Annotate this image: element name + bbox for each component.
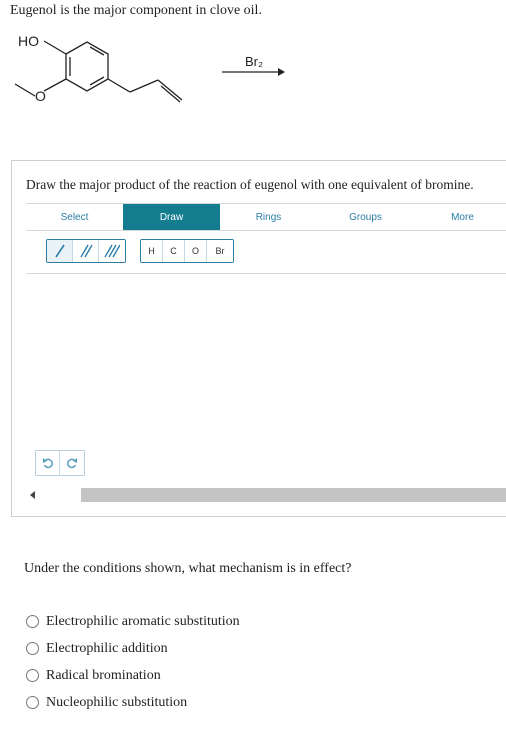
scrollbar-thumb[interactable] — [81, 488, 506, 502]
mechanism-options: Electrophilic aromatic substitution Elec… — [26, 608, 240, 716]
reaction-arrow-group: Br₂ — [220, 52, 290, 82]
radio-button[interactable] — [26, 642, 39, 655]
radio-button[interactable] — [26, 669, 39, 682]
intro-text: Eugenol is the major component in clove … — [10, 3, 262, 18]
draw-prompt: Draw the major product of the reaction o… — [26, 177, 474, 192]
option-electrophilic-addition[interactable]: Electrophilic addition — [26, 635, 240, 662]
undo-icon — [42, 458, 53, 469]
undo-button[interactable] — [36, 451, 60, 475]
tab-draw[interactable]: Draw — [123, 204, 220, 230]
tool-tabs: Select Draw Rings Groups More — [26, 203, 506, 231]
option-nucleophilic-substitution[interactable]: Nucleophilic substitution — [26, 689, 240, 716]
option-label: Electrophilic addition — [46, 640, 168, 656]
tab-select[interactable]: Select — [26, 204, 123, 230]
caret-left-icon — [30, 491, 35, 499]
option-radical-bromination[interactable]: Radical bromination — [26, 662, 240, 689]
option-label: Electrophilic aromatic substitution — [46, 613, 240, 629]
hydroxyl-label: HO — [18, 33, 39, 49]
atom-h-button[interactable]: H — [141, 240, 163, 262]
option-label: Nucleophilic substitution — [46, 694, 188, 710]
option-electrophilic-aromatic-substitution[interactable]: Electrophilic aromatic substitution — [26, 608, 240, 635]
tab-groups[interactable]: Groups — [317, 204, 414, 230]
double-bond-button[interactable] — [73, 240, 99, 262]
scroll-left-button[interactable] — [26, 488, 40, 502]
radio-button[interactable] — [26, 696, 39, 709]
eugenol-structure: HO O — [14, 33, 183, 104]
mechanism-question: Under the conditions shown, what mechani… — [24, 561, 352, 576]
methoxy-oxygen-label: O — [35, 88, 46, 104]
drawing-canvas[interactable] — [26, 274, 506, 444]
atom-tool-group: H C O Br — [140, 239, 234, 263]
redo-button[interactable] — [60, 451, 84, 475]
atom-c-button[interactable]: C — [163, 240, 185, 262]
radio-button[interactable] — [26, 615, 39, 628]
single-bond-icon — [54, 244, 65, 258]
atom-br-button[interactable]: Br — [207, 240, 233, 262]
triple-bond-icon — [104, 244, 120, 258]
draw-tool-row: H C O Br — [26, 229, 506, 274]
atom-o-button[interactable]: O — [185, 240, 207, 262]
reaction-arrow-icon — [222, 68, 285, 76]
tab-more[interactable]: More — [414, 204, 506, 230]
option-label: Radical bromination — [46, 667, 161, 683]
triple-bond-button[interactable] — [99, 240, 125, 262]
drawing-panel: Draw the major product of the reaction o… — [11, 160, 506, 517]
bond-tool-group — [46, 239, 126, 263]
redo-icon — [67, 458, 77, 469]
single-bond-button[interactable] — [47, 240, 73, 262]
tab-rings[interactable]: Rings — [220, 204, 317, 230]
horizontal-scrollbar[interactable] — [26, 488, 506, 502]
history-tool-group — [35, 450, 85, 476]
double-bond-icon — [79, 244, 93, 258]
